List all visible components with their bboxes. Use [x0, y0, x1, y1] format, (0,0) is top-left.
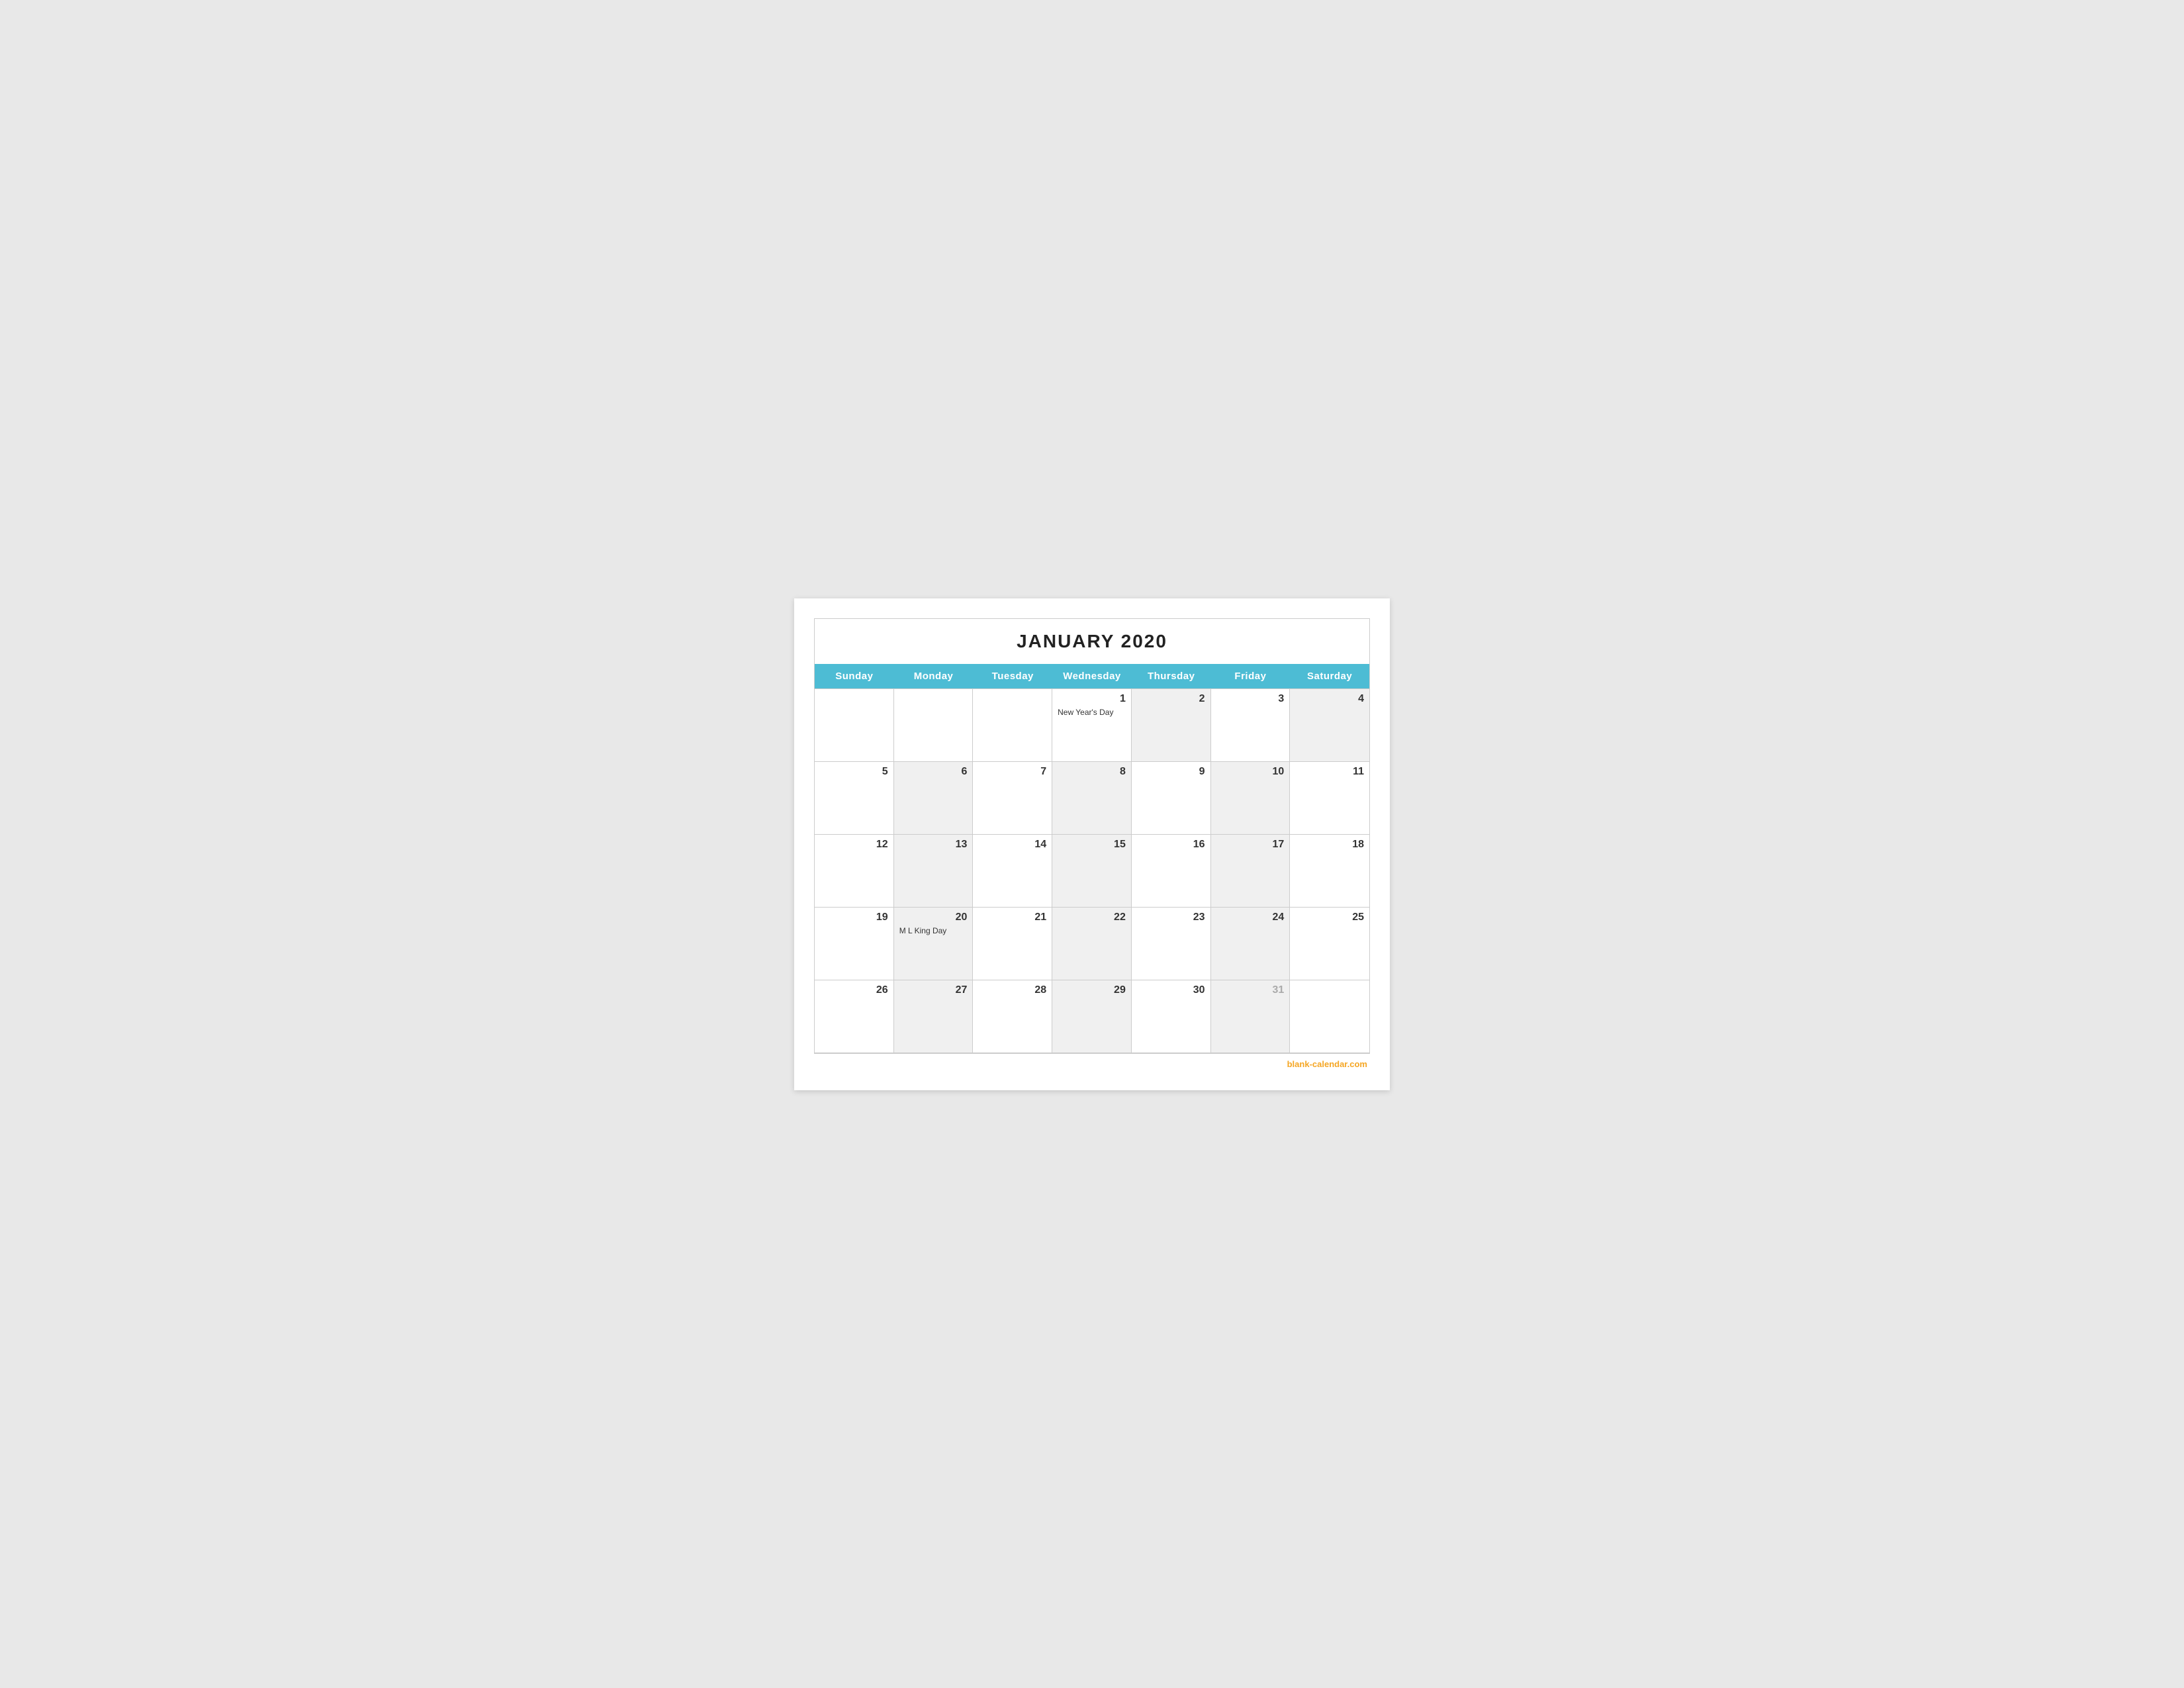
day-number: 16 — [1137, 839, 1205, 851]
day-number: 12 — [820, 839, 888, 851]
watermark: blank-calendar.com — [814, 1054, 1370, 1070]
calendar-page: JANUARY 2020 SundayMondayTuesdayWednesda… — [794, 598, 1390, 1090]
day-number: 22 — [1058, 912, 1126, 923]
day-number: 9 — [1137, 766, 1205, 778]
day-cell — [1290, 980, 1369, 1053]
day-cell: 8 — [1052, 762, 1132, 835]
day-cell: 10 — [1211, 762, 1291, 835]
day-number: 27 — [899, 984, 968, 996]
day-number: 29 — [1058, 984, 1126, 996]
day-number: 4 — [1295, 693, 1364, 705]
day-cell: 7 — [973, 762, 1052, 835]
day-cell: 18 — [1290, 835, 1369, 908]
day-cell: 3 — [1211, 689, 1291, 762]
day-cell: 24 — [1211, 908, 1291, 980]
header-cell-wednesday: Wednesday — [1052, 664, 1132, 688]
day-cell: 5 — [815, 762, 894, 835]
day-number: 3 — [1216, 693, 1285, 705]
header-cell-sunday: Sunday — [815, 664, 894, 688]
day-cell: 9 — [1132, 762, 1211, 835]
day-number: 31 — [1216, 984, 1285, 996]
day-cell: 16 — [1132, 835, 1211, 908]
calendar-grid: 1New Year's Day2345678910111213141516171… — [815, 688, 1369, 1053]
day-cell: 21 — [973, 908, 1052, 980]
day-cell: 11 — [1290, 762, 1369, 835]
calendar-title: JANUARY 2020 — [815, 619, 1369, 664]
event-text: New Year's Day — [1058, 708, 1126, 717]
day-cell: 31 — [1211, 980, 1291, 1053]
header-cell-saturday: Saturday — [1290, 664, 1369, 688]
day-number: 18 — [1295, 839, 1364, 851]
day-number: 6 — [899, 766, 968, 778]
day-cell: 17 — [1211, 835, 1291, 908]
day-number: 13 — [899, 839, 968, 851]
day-cell: 29 — [1052, 980, 1132, 1053]
day-cell: 25 — [1290, 908, 1369, 980]
event-text: M L King Day — [899, 926, 968, 935]
day-cell: 20 M L King Day — [894, 908, 974, 980]
day-number: 30 — [1137, 984, 1205, 996]
day-cell: 19 — [815, 908, 894, 980]
day-number: 5 — [820, 766, 888, 778]
day-number: 21 — [978, 912, 1046, 923]
header-cell-tuesday: Tuesday — [973, 664, 1052, 688]
day-number: 1 — [1058, 693, 1126, 705]
day-number: 10 — [1216, 766, 1285, 778]
day-number: 23 — [1137, 912, 1205, 923]
day-number: 26 — [820, 984, 888, 996]
day-cell: 4 — [1290, 689, 1369, 762]
day-cell: 27 — [894, 980, 974, 1053]
day-cell: 14 — [973, 835, 1052, 908]
day-number: 19 — [820, 912, 888, 923]
header-cell-monday: Monday — [894, 664, 974, 688]
header-cell-thursday: Thursday — [1132, 664, 1211, 688]
day-number: 25 — [1295, 912, 1364, 923]
day-cell: 23 — [1132, 908, 1211, 980]
day-number: 11 — [1295, 766, 1364, 778]
day-number: 2 — [1137, 693, 1205, 705]
header-cell-friday: Friday — [1211, 664, 1291, 688]
day-number: 24 — [1216, 912, 1285, 923]
day-cell — [815, 689, 894, 762]
day-cell: 6 — [894, 762, 974, 835]
day-cell: 15 — [1052, 835, 1132, 908]
day-cell — [973, 689, 1052, 762]
day-cell: 2 — [1132, 689, 1211, 762]
day-number: 14 — [978, 839, 1046, 851]
day-cell: 12 — [815, 835, 894, 908]
day-cell: 1 New Year's Day — [1052, 689, 1132, 762]
day-cell — [894, 689, 974, 762]
day-cell: 30 — [1132, 980, 1211, 1053]
day-number: 17 — [1216, 839, 1285, 851]
day-number: 28 — [978, 984, 1046, 996]
calendar-header: SundayMondayTuesdayWednesdayThursdayFrid… — [815, 664, 1369, 688]
day-number: 7 — [978, 766, 1046, 778]
day-cell: 26 — [815, 980, 894, 1053]
day-cell: 28 — [973, 980, 1052, 1053]
day-number: 15 — [1058, 839, 1126, 851]
day-cell: 13 — [894, 835, 974, 908]
calendar-container: JANUARY 2020 SundayMondayTuesdayWednesda… — [814, 618, 1370, 1054]
day-cell: 22 — [1052, 908, 1132, 980]
day-number: 20 — [899, 912, 968, 923]
day-number: 8 — [1058, 766, 1126, 778]
